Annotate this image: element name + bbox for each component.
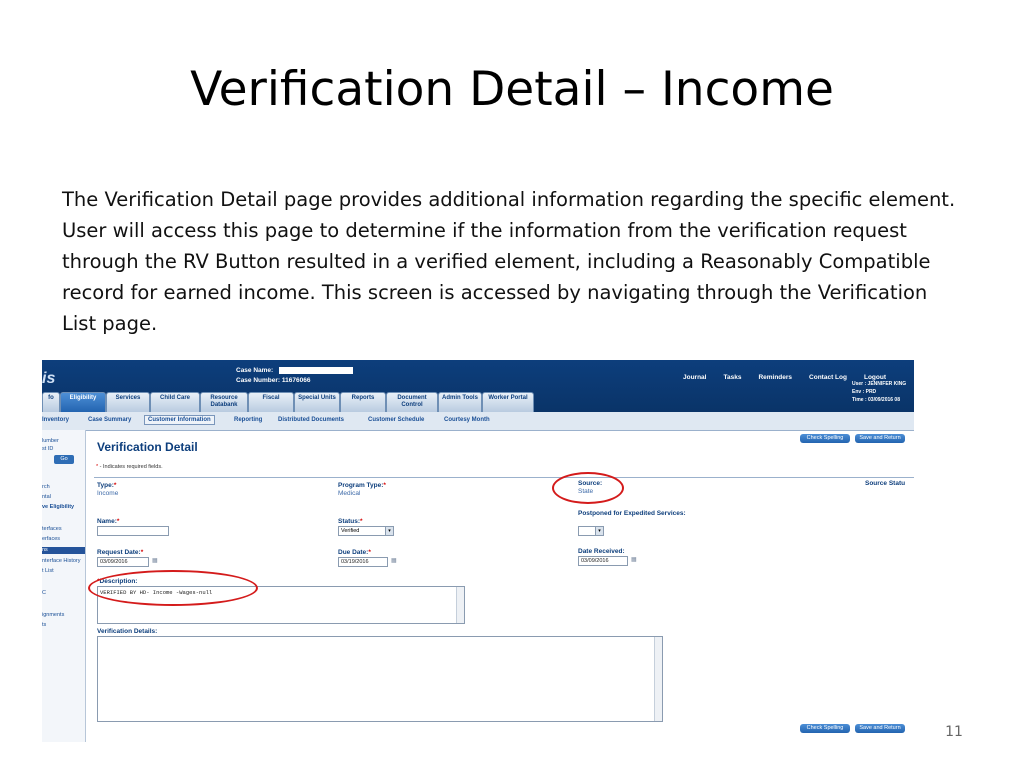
subnav-customer-schedule[interactable]: Customer Schedule <box>368 417 424 423</box>
tab-reports[interactable]: Reports <box>340 392 386 412</box>
due-date-input[interactable]: 03/19/2016 <box>338 557 388 567</box>
user-line: User : JENNIFER KING <box>852 381 907 387</box>
left-case-number-label: lumber <box>42 438 59 444</box>
tab-fiscal[interactable]: Fiscal <box>248 392 294 412</box>
go-button[interactable]: Go <box>54 455 74 464</box>
tab-admin-tools[interactable]: Admin Tools <box>438 392 482 412</box>
verification-details-label: Verification Details: <box>97 628 158 635</box>
required-note-text: - Indicates required fields. <box>99 464 163 470</box>
subnav-inventory[interactable]: Inventory <box>42 417 69 423</box>
nav-reminders[interactable]: Reminders <box>758 374 792 381</box>
case-number-value: 11676066 <box>281 377 311 384</box>
left-item[interactable]: C <box>42 590 46 596</box>
type-value: Income <box>97 490 119 497</box>
required-note: * - Indicates required fields. <box>96 464 163 470</box>
case-info: Case Name: Case Number: 11676066 <box>236 366 354 386</box>
save-and-return-button[interactable]: Save and Return <box>855 434 905 443</box>
verification-detail-content: Verification Detail Check Spelling Save … <box>88 432 914 742</box>
case-name-label: Case Name: <box>236 367 274 374</box>
sub-nav: Inventory Case Summary Customer Informat… <box>42 412 914 431</box>
check-spelling-button[interactable]: Check Spelling <box>800 434 850 443</box>
screenshot: is Case Name: Case Number: 11676066 Jour… <box>42 360 914 742</box>
date-received-label: Date Received: <box>578 548 625 555</box>
left-item[interactable]: ve Eligibility <box>42 504 74 510</box>
subnav-customer-information[interactable]: Customer Information <box>144 415 215 425</box>
tab-special-units[interactable]: Special Units <box>294 392 340 412</box>
subnav-distributed-documents[interactable]: Distributed Documents <box>278 417 344 423</box>
tab-child-care[interactable]: Child Care <box>150 392 200 412</box>
program-type-label: Program Type:* <box>338 482 386 489</box>
left-item-selected[interactable]: ns <box>42 547 85 554</box>
time-line: Time : 03/09/2016 08 <box>852 397 900 403</box>
status-select[interactable]: Verified ▾ <box>338 526 394 536</box>
left-item[interactable]: t List <box>42 568 54 574</box>
postponed-label: Postponed for Expedited Services: <box>578 510 686 517</box>
check-spelling-button-bottom[interactable]: Check Spelling <box>800 724 850 733</box>
left-item[interactable]: ts <box>42 622 46 628</box>
left-list-id-label: st ID <box>42 446 54 452</box>
postponed-select[interactable]: ▾ <box>578 526 604 536</box>
name-label: Name:* <box>97 518 120 525</box>
env-line: Env : PRD <box>852 389 877 395</box>
left-panel: lumber st ID Go rch ntal ve Eligibility … <box>42 430 86 742</box>
status-label: Status:* <box>338 518 363 525</box>
tab-resource-databank[interactable]: Resource Databank <box>200 392 248 412</box>
left-item[interactable]: ntal <box>42 494 51 500</box>
due-date-label: Due Date:* <box>338 549 371 556</box>
app-header: is Case Name: Case Number: 11676066 Jour… <box>42 360 914 412</box>
request-date-input[interactable]: 03/09/2016 <box>97 557 149 567</box>
save-and-return-button-bottom[interactable]: Save and Return <box>855 724 905 733</box>
calendar-icon[interactable]: ▦ <box>631 556 639 563</box>
subnav-case-summary[interactable]: Case Summary <box>88 417 131 423</box>
tab-document-control[interactable]: Document Control <box>386 392 438 412</box>
user-info: User : JENNIFER KING Env : PRD Time : 03… <box>852 380 906 404</box>
app-logo: is <box>42 370 56 387</box>
page-number: 11 <box>945 724 963 740</box>
scrollbar[interactable] <box>654 637 662 721</box>
tab-info[interactable]: fo <box>42 392 60 412</box>
left-item[interactable]: rch <box>42 484 50 490</box>
scrollbar[interactable] <box>456 587 464 623</box>
nav-tasks[interactable]: Tasks <box>723 374 741 381</box>
program-type-value: Medical <box>338 490 361 497</box>
verification-details-textarea[interactable] <box>97 636 663 722</box>
divider <box>94 477 914 478</box>
page-title: Verification Detail <box>97 440 198 454</box>
tab-services[interactable]: Services <box>106 392 150 412</box>
case-name-value <box>279 366 354 374</box>
tab-worker-portal[interactable]: Worker Portal <box>482 392 534 412</box>
case-number-label: Case Number: <box>236 377 281 384</box>
subnav-reporting[interactable]: Reporting <box>234 417 262 423</box>
nav-journal[interactable]: Journal <box>683 374 706 381</box>
name-input[interactable] <box>97 526 169 536</box>
date-received-input[interactable]: 03/09/2016 <box>578 556 628 566</box>
left-item[interactable]: terfaces <box>42 526 62 532</box>
slide-body-text: The Verification Detail page provides ad… <box>62 188 956 335</box>
type-label: Type:* <box>97 482 117 489</box>
left-item[interactable]: ignments <box>42 612 64 618</box>
chevron-down-icon: ▾ <box>385 527 393 535</box>
calendar-icon[interactable]: ▦ <box>152 557 160 564</box>
description-highlight-circle <box>88 570 258 606</box>
source-status-label: Source Statu <box>865 480 906 487</box>
chevron-down-icon: ▾ <box>595 527 603 535</box>
left-item[interactable]: nterface History <box>42 558 81 564</box>
subnav-courtesy-month[interactable]: Courtesy Month <box>444 417 490 423</box>
calendar-icon[interactable]: ▦ <box>391 557 399 564</box>
source-highlight-circle <box>552 472 624 504</box>
tab-eligibility[interactable]: Eligibility <box>60 392 106 412</box>
request-date-label: Request Date:* <box>97 549 144 556</box>
nav-contact-log[interactable]: Contact Log <box>809 374 847 381</box>
slide-title: Verification Detail – Income <box>190 62 834 117</box>
left-item[interactable]: erfaces <box>42 536 60 542</box>
